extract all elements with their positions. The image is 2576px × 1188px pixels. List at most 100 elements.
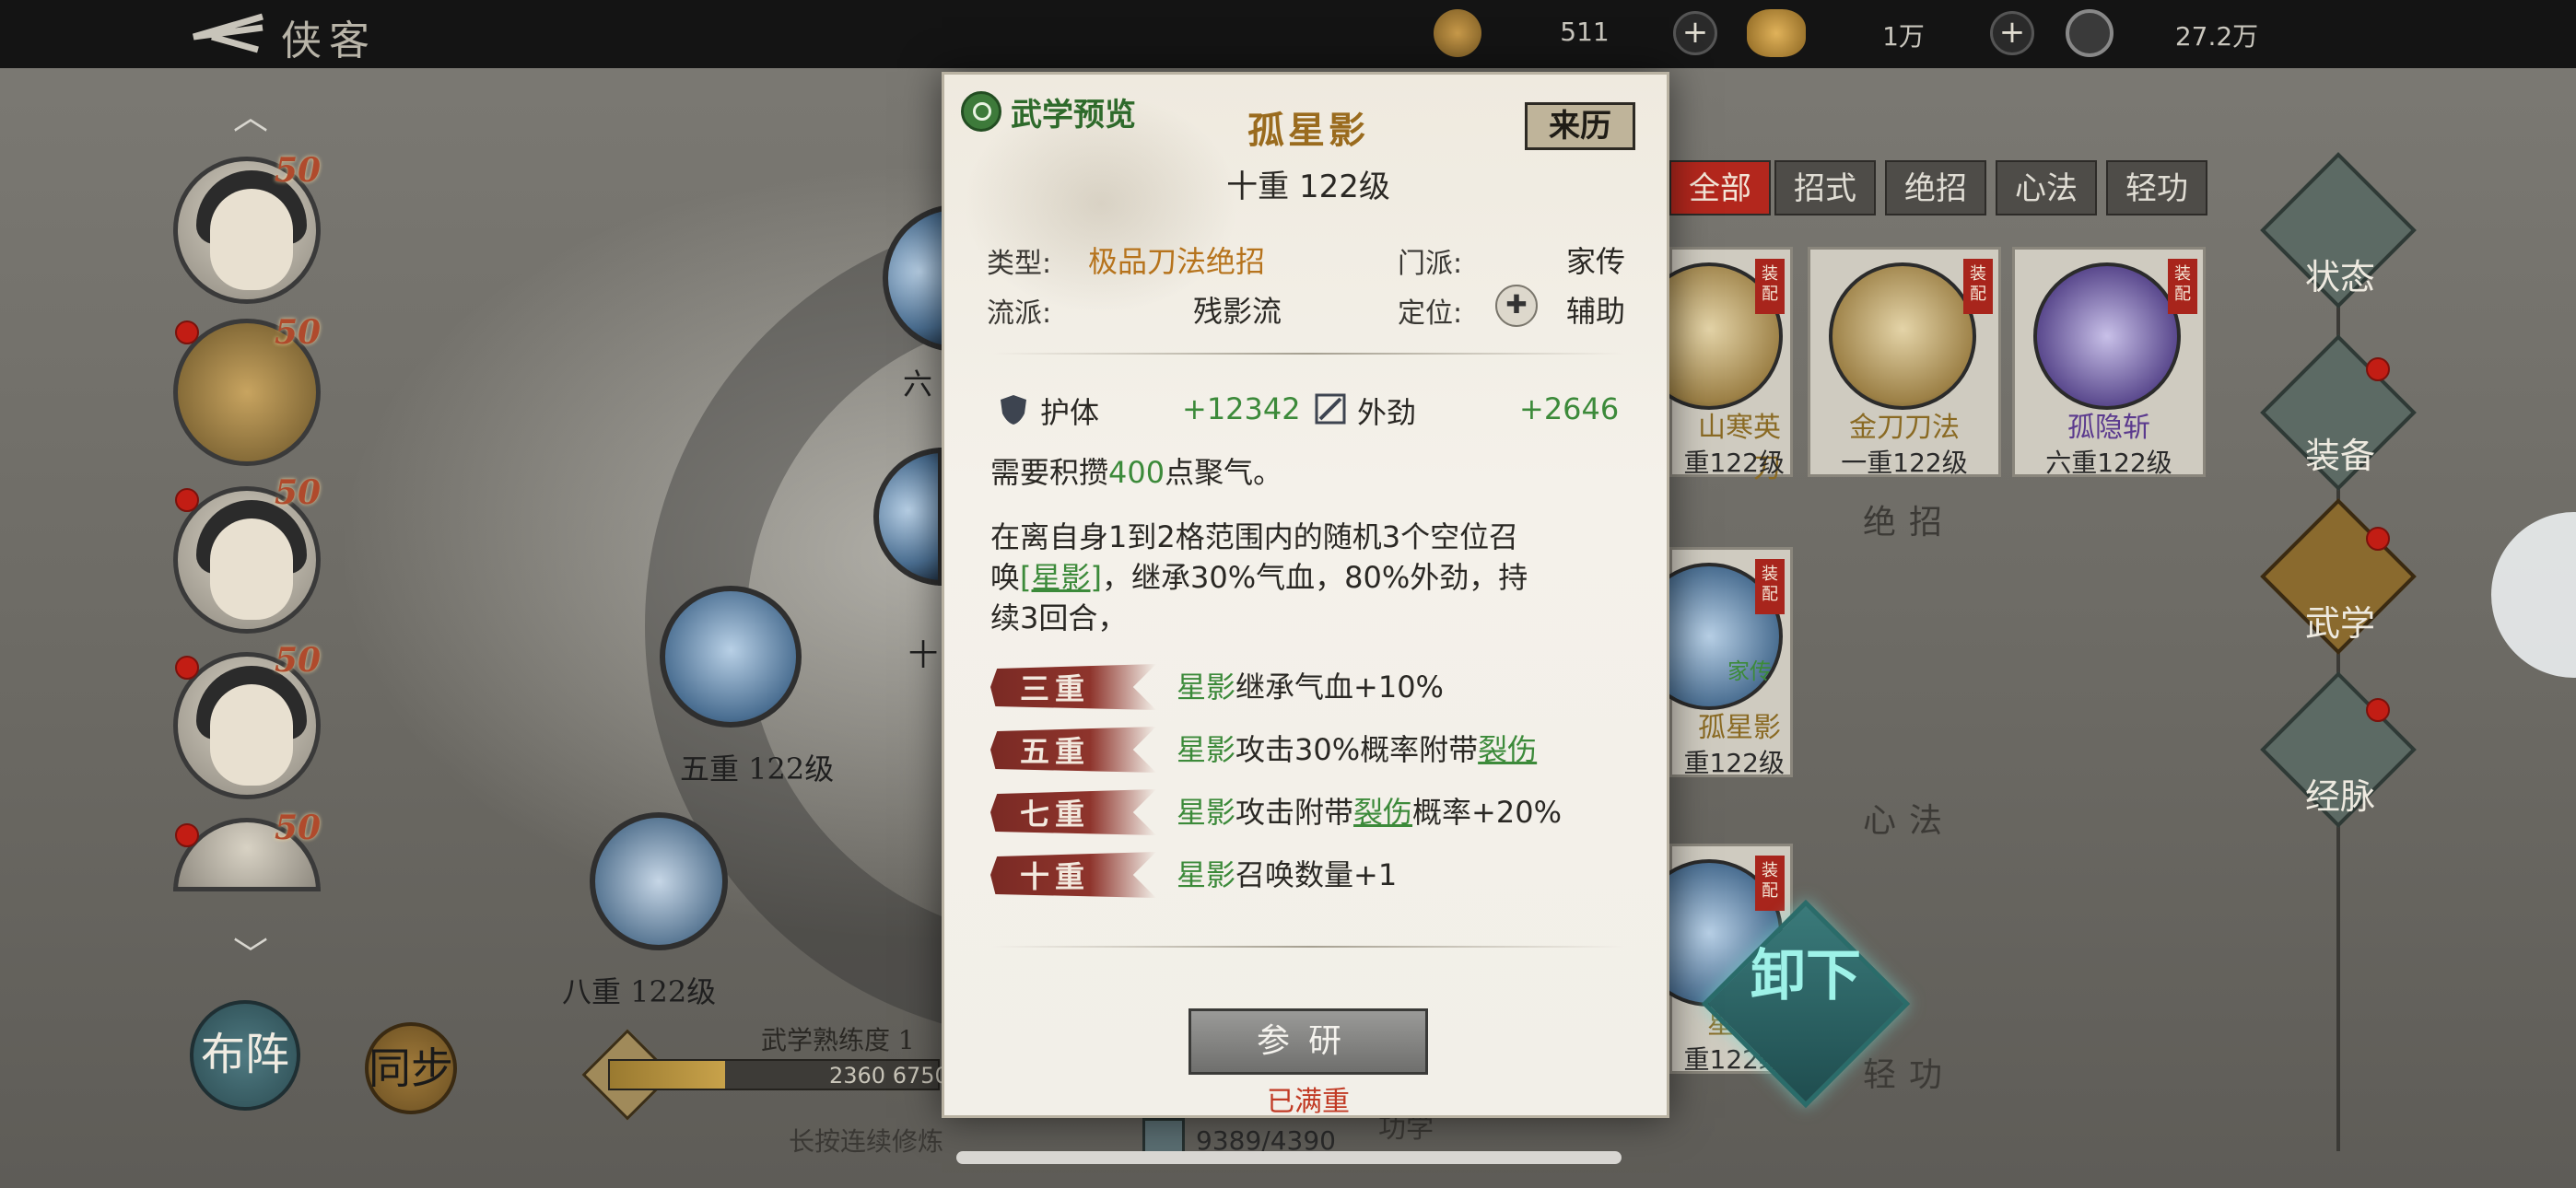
rank-effect: 星影召唤数量+1 — [1177, 852, 1397, 894]
stat-name-guard: 护体 — [1040, 395, 1100, 430]
skill-card-level: 重122级 — [1683, 748, 1785, 778]
support-role-icon: ✚ — [1495, 285, 1538, 327]
top-bar: 侠客 511 + 1万 + 27.2万 — [0, 0, 2576, 68]
rank-label: 五重 — [1019, 734, 1090, 769]
skill-node-label: 八重 122级 — [562, 974, 717, 1009]
skill-description: 在离自身1到2格范围内的随机3个空位召 唤[星影]，继承30%气血，80%外劲，… — [990, 517, 1626, 638]
stat-value-guard: +12342 — [1182, 391, 1301, 426]
skill-preview-modal: 武学预览 孤星影 来历 十重 122级 类型: 极品刀法绝招 门派: 家传 流派… — [942, 72, 1669, 1118]
scroll-down-icon[interactable]: ﹀ — [221, 938, 280, 973]
tab-all[interactable]: 全部 — [1669, 160, 1771, 215]
description-text: ，继承30%气血，80%外劲，持 — [1102, 560, 1528, 595]
page-title: 侠客 — [281, 17, 377, 64]
notification-dot — [2366, 527, 2390, 551]
rank-text: 概率+20% — [1412, 795, 1562, 830]
description-line: 在离自身1到2格范围内的随机3个空位召 — [990, 519, 1519, 554]
stat-name-force: 外劲 — [1357, 395, 1417, 430]
hero-level: 50 — [275, 809, 322, 847]
rank-text: 攻击附带 — [1235, 795, 1354, 830]
description-line: 续3回合， — [990, 600, 1128, 635]
description-line: 唤[星影]，继承30%气血，80%外劲，持 — [990, 557, 1626, 598]
skill-card-name: 孤星影 — [1698, 712, 1781, 744]
requirement-post: 点聚气。 — [1165, 455, 1283, 490]
shield-icon — [1001, 395, 1026, 425]
requirement-num: 400 — [1108, 455, 1165, 490]
stat-value-force: +2646 — [1519, 391, 1620, 426]
side-nav-meridian: 经脉 — [2304, 776, 2375, 817]
type-value: 极品刀法绝招 — [1088, 244, 1266, 279]
rank-highlight: 星影 — [1177, 795, 1236, 830]
add-leaf-button[interactable]: + — [1673, 11, 1717, 55]
role-key: 定位: — [1398, 297, 1463, 330]
hero-level: 50 — [275, 151, 322, 190]
skill-card-level: 重122级 — [1683, 448, 1785, 478]
tab-ultimate[interactable]: 绝招 — [1885, 160, 1986, 215]
notification-dot — [175, 823, 199, 847]
equipped-tag: 装配 — [1755, 259, 1785, 314]
skill-card[interactable]: 装配 家传 孤星影 重122级 — [1635, 547, 1793, 778]
rank-label: 十重 — [1019, 859, 1090, 894]
skill-card-name: 孤隐斩 — [2067, 412, 2150, 444]
tab-moves[interactable]: 招式 — [1774, 160, 1876, 215]
notification-dot — [175, 656, 199, 680]
rank-effect: 星影攻击30%概率附带裂伤 — [1177, 727, 1537, 769]
blade-icon — [1315, 393, 1346, 425]
sect-key: 门派: — [1398, 248, 1463, 280]
skill-node[interactable] — [590, 812, 728, 950]
description-text: 唤 — [990, 560, 1021, 595]
skill-node-label: 五重 122级 — [680, 751, 835, 786]
sync-button[interactable]: 同步 — [365, 1022, 457, 1114]
divider — [992, 353, 1624, 355]
laceration-link[interactable]: 裂伤 — [1353, 795, 1412, 830]
rank-highlight: 星影 — [1177, 670, 1236, 705]
side-nav-status: 状态 — [2304, 257, 2375, 297]
hold-to-train-hint: 长按连续修炼 — [789, 1126, 944, 1157]
equipped-tag: 装配 — [2168, 259, 2197, 314]
divider — [992, 946, 1624, 948]
equipped-tag: 装配 — [1755, 559, 1785, 614]
hero-level: 50 — [275, 313, 322, 352]
section-light: 轻功 — [1863, 1056, 1956, 1094]
tab-light[interactable]: 轻功 — [2106, 160, 2207, 215]
study-button[interactable]: 参研 — [1188, 1008, 1428, 1075]
leaf-icon — [1434, 9, 1481, 57]
section-inner: 心法 — [1863, 802, 1956, 840]
proficiency-fill — [610, 1061, 725, 1089]
side-nav-equipment: 装备 — [2304, 436, 2375, 476]
skill-card[interactable]: 装配 金刀刀法 一重122级 — [1808, 247, 2001, 478]
rank-label: 七重 — [1019, 797, 1090, 832]
gold-ingot-icon — [1747, 9, 1806, 57]
sect-value: 家传 — [1566, 244, 1626, 279]
skill-card[interactable]: 装配 山寒英刀 重122级 — [1635, 247, 1793, 484]
skill-node-label: 十 — [908, 637, 939, 672]
rank-effect: 星影攻击附带裂伤概率+20% — [1177, 789, 1562, 832]
coin-icon — [2066, 9, 2113, 57]
unequip-label: 卸下 — [1751, 944, 1861, 1008]
skill-node[interactable] — [660, 586, 802, 728]
hero-level: 50 — [275, 641, 322, 680]
laceration-link[interactable]: 裂伤 — [1478, 732, 1537, 767]
rank-text: 召唤数量+1 — [1235, 857, 1398, 892]
skill-card-art — [1829, 262, 1976, 410]
rank-text: 攻击30%概率附带 — [1235, 732, 1479, 767]
leaf-value: 511 — [1560, 17, 1610, 47]
back-arrow-icon[interactable] — [175, 9, 267, 55]
rank-effect: 星影继承气血+10% — [1177, 664, 1444, 706]
formation-button[interactable]: 布阵 — [190, 1000, 300, 1111]
tab-inner[interactable]: 心法 — [1996, 160, 2097, 215]
scroll-up-icon[interactable]: ︿ — [221, 99, 280, 134]
skill-card-art — [2033, 262, 2181, 410]
rank-label: 三重 — [1019, 671, 1090, 706]
home-indicator — [956, 1151, 1622, 1164]
side-nav-martial-arts: 武学 — [2304, 603, 2375, 644]
skill-level: 十重 122级 — [1226, 169, 1390, 205]
maxed-note: 已满重 — [1267, 1086, 1350, 1118]
proficiency-label: 武学熟练度 1 — [761, 1025, 915, 1055]
type-key: 类型: — [987, 248, 1052, 280]
skill-card[interactable]: 装配 孤隐斩 六重122级 — [2012, 247, 2206, 478]
rank-text: 继承气血+10% — [1235, 670, 1444, 705]
add-gold-button[interactable]: + — [1990, 11, 2034, 55]
origin-button[interactable]: 来历 — [1525, 102, 1635, 150]
star-shadow-link[interactable]: [星影] — [1020, 560, 1102, 595]
requirement-pre: 需要积攒 — [990, 455, 1109, 490]
